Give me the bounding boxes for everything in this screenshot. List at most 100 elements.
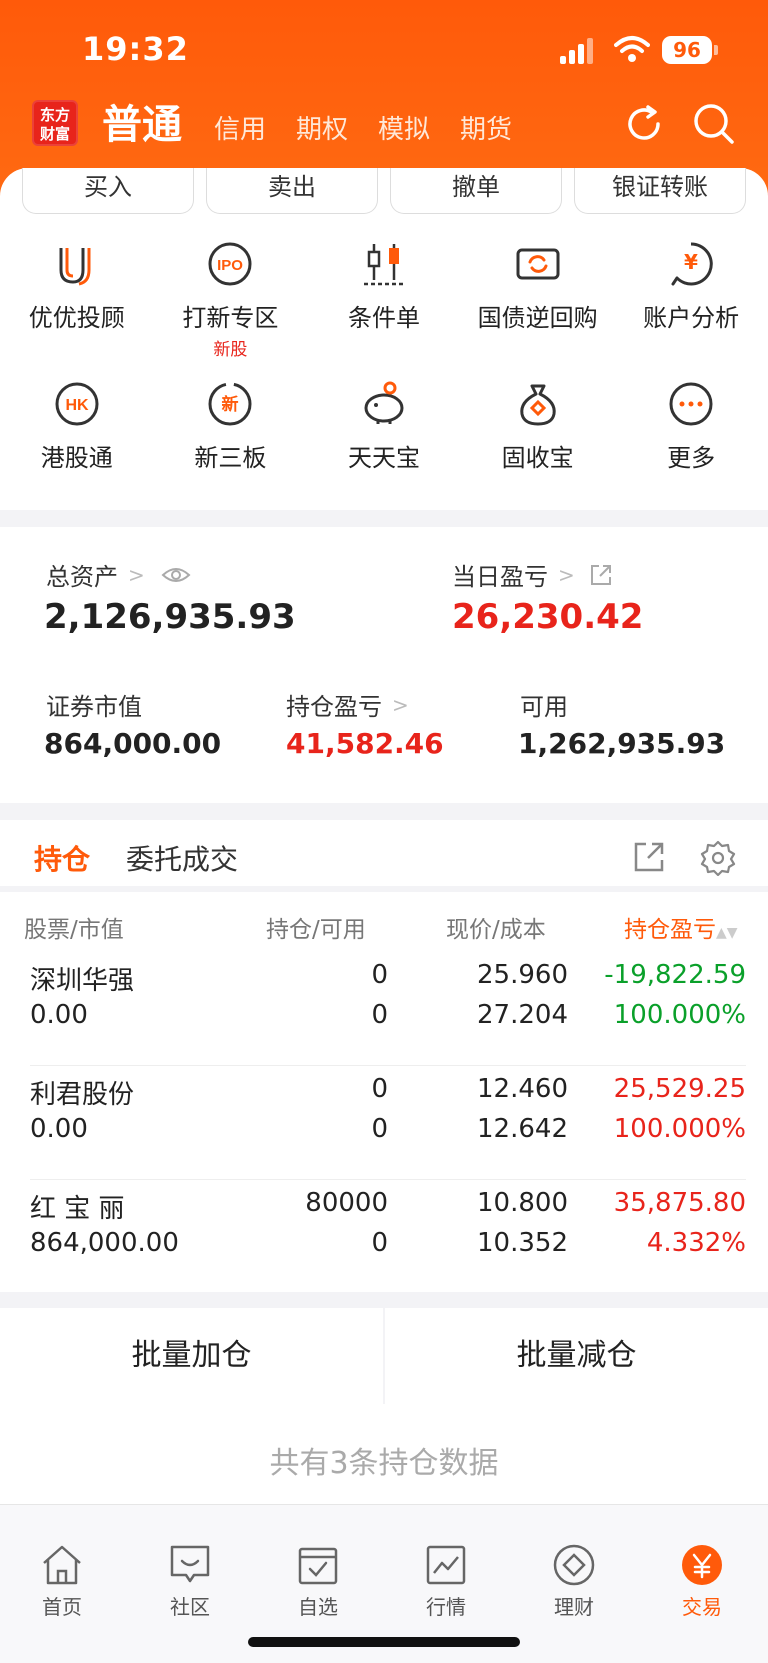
batch-add-button[interactable]: 批量加仓 bbox=[0, 1308, 383, 1404]
sell-button[interactable]: 卖出 bbox=[206, 168, 378, 214]
tab-wealth[interactable]: 理财 bbox=[524, 1543, 624, 1620]
wealth-icon bbox=[553, 1544, 595, 1586]
yuan-chat-icon: ¥ bbox=[671, 242, 713, 286]
hk-icon: HK bbox=[55, 382, 99, 426]
chevron-right-icon: > bbox=[558, 562, 575, 587]
available-value: 1,262,935.93 bbox=[518, 727, 726, 760]
stock-pnl-pct: 4.332% bbox=[646, 1228, 746, 1258]
total-assets-label[interactable]: 总资产 > bbox=[46, 557, 191, 592]
stock-cost: 12.642 bbox=[477, 1114, 568, 1144]
stock-name: 利君股份 bbox=[30, 1080, 135, 1110]
share-icon[interactable] bbox=[589, 563, 613, 587]
bank-transfer-button[interactable]: 银证转账 bbox=[574, 168, 746, 214]
stock-hold: 0 bbox=[371, 960, 388, 990]
total-assets-value: 2,126,935.93 bbox=[44, 597, 296, 637]
new-stock-badge: 新股 bbox=[213, 340, 248, 360]
tab-normal[interactable]: 普通 bbox=[102, 100, 182, 150]
stock-name: 红 宝 丽 bbox=[30, 1194, 125, 1224]
search-icon[interactable] bbox=[692, 102, 736, 146]
grid-item-fixed-income[interactable]: 固收宝 bbox=[461, 372, 615, 512]
ipo-icon: IPO bbox=[208, 242, 252, 286]
grid-label: 天天宝 bbox=[347, 444, 420, 472]
grid-label: 优优投顾 bbox=[28, 304, 125, 332]
stock-hold: 0 bbox=[371, 1074, 388, 1104]
stock-pnl: 35,875.80 bbox=[613, 1188, 746, 1218]
tab-trade[interactable]: 交易 bbox=[652, 1543, 752, 1620]
svg-text:新: 新 bbox=[222, 394, 239, 415]
header-pnl-sort[interactable]: 持仓盈亏▲▼ bbox=[624, 910, 738, 944]
eye-icon[interactable] bbox=[161, 565, 191, 585]
batch-actions: 批量加仓 批量减仓 bbox=[0, 1308, 768, 1404]
available-label: 可用 bbox=[520, 693, 568, 721]
svg-text:HK: HK bbox=[65, 397, 89, 414]
stock-pnl-pct: 100.000% bbox=[613, 1114, 746, 1144]
battery-tip bbox=[714, 45, 718, 55]
grid-label: 打新专区 bbox=[182, 304, 279, 332]
tab-credit[interactable]: 信用 bbox=[214, 110, 266, 150]
batch-reduce-button[interactable]: 批量减仓 bbox=[385, 1308, 768, 1404]
stock-available: 0 bbox=[371, 1114, 388, 1144]
watchlist-icon bbox=[298, 1547, 338, 1585]
home-icon bbox=[43, 1545, 81, 1585]
stock-pnl: 25,529.25 bbox=[613, 1074, 746, 1104]
refresh-icon[interactable] bbox=[622, 102, 666, 146]
positions-tabs: 持仓 委托成交 bbox=[34, 838, 274, 878]
positions-section: 持仓 委托成交 股票/市值 持仓/可用 现价/成本 持仓盈亏▲▼ 深圳华强 0.… bbox=[0, 820, 768, 1292]
svg-text:¥: ¥ bbox=[684, 250, 698, 274]
grid-item-conditional-order[interactable]: 条件单 bbox=[307, 232, 461, 372]
account-tabs: 普通 信用 期权 模拟 期货 bbox=[102, 100, 542, 150]
grid-item-neeq[interactable]: 新 新三板 bbox=[154, 372, 308, 512]
tab-orders[interactable]: 委托成交 bbox=[126, 838, 238, 878]
gear-icon[interactable] bbox=[700, 840, 736, 876]
daily-pnl-label[interactable]: 当日盈亏 > bbox=[452, 557, 613, 592]
battery-icon: 96 bbox=[662, 36, 712, 64]
tab-home[interactable]: 首页 bbox=[12, 1543, 112, 1620]
grid-item-tiantianbao[interactable]: 天天宝 bbox=[307, 372, 461, 512]
tab-watchlist[interactable]: 自选 bbox=[268, 1543, 368, 1620]
tab-futures[interactable]: 期货 bbox=[460, 110, 512, 150]
community-icon bbox=[170, 1545, 210, 1583]
positions-table-header: 股票/市值 持仓/可用 现价/成本 持仓盈亏▲▼ bbox=[0, 886, 768, 956]
more-icon bbox=[669, 382, 713, 426]
app-logo: 东方 财富 bbox=[32, 100, 78, 146]
stock-cost: 10.352 bbox=[477, 1228, 568, 1258]
stock-name: 深圳华强 bbox=[30, 966, 135, 996]
buy-button[interactable]: 买入 bbox=[22, 168, 194, 214]
money-bag-icon bbox=[519, 384, 556, 426]
chevron-right-icon: > bbox=[392, 692, 409, 717]
home-indicator[interactable] bbox=[248, 1637, 520, 1647]
stock-available: 0 bbox=[371, 1000, 388, 1030]
grid-item-reverse-repo[interactable]: 国债逆回购 bbox=[461, 232, 615, 372]
grid-label: 新三板 bbox=[194, 444, 267, 472]
header-stock: 股票/市值 bbox=[24, 917, 124, 943]
table-row[interactable]: 深圳华强 0.00 0 0 25.960 27.204 -19,822.59 1… bbox=[0, 952, 768, 1066]
tab-options[interactable]: 期权 bbox=[296, 110, 348, 150]
new-board-icon: 新 bbox=[208, 382, 252, 426]
stock-pnl: -19,822.59 bbox=[604, 960, 746, 990]
grid-item-more[interactable]: 更多 bbox=[614, 372, 768, 512]
tab-community[interactable]: 社区 bbox=[140, 1543, 240, 1620]
market-value-label: 证券市值 bbox=[46, 693, 142, 721]
trade-icon bbox=[682, 1545, 722, 1585]
repo-icon bbox=[516, 248, 560, 280]
grid-label: 账户分析 bbox=[643, 304, 740, 332]
candlestick-icon bbox=[363, 244, 404, 286]
holding-pnl-label[interactable]: 持仓盈亏 > bbox=[286, 687, 409, 722]
grid-item-advisor[interactable]: 优优投顾 bbox=[0, 232, 154, 372]
grid-item-hk-connect[interactable]: HK 港股通 bbox=[0, 372, 154, 512]
table-row[interactable]: 红 宝 丽 864,000.00 80000 0 10.800 10.352 3… bbox=[0, 1180, 768, 1294]
tab-simulation[interactable]: 模拟 bbox=[378, 110, 430, 150]
advisor-icon bbox=[59, 248, 91, 286]
tab-market[interactable]: 行情 bbox=[396, 1543, 496, 1620]
grid-item-account-analysis[interactable]: ¥ 账户分析 bbox=[614, 232, 768, 372]
market-value: 864,000.00 bbox=[44, 727, 222, 760]
table-row[interactable]: 利君股份 0.00 0 0 12.460 12.642 25,529.25 10… bbox=[0, 1066, 768, 1180]
stock-hold: 80000 bbox=[305, 1188, 388, 1218]
status-time: 19:32 bbox=[82, 30, 189, 68]
stock-cost: 27.204 bbox=[477, 1000, 568, 1030]
grid-item-ipo[interactable]: IPO 打新专区 新股 bbox=[154, 232, 308, 372]
daily-pnl-value: 26,230.42 bbox=[452, 597, 644, 637]
cancel-order-button[interactable]: 撤单 bbox=[390, 168, 562, 214]
export-icon[interactable] bbox=[632, 840, 666, 874]
tab-holdings[interactable]: 持仓 bbox=[34, 838, 90, 878]
